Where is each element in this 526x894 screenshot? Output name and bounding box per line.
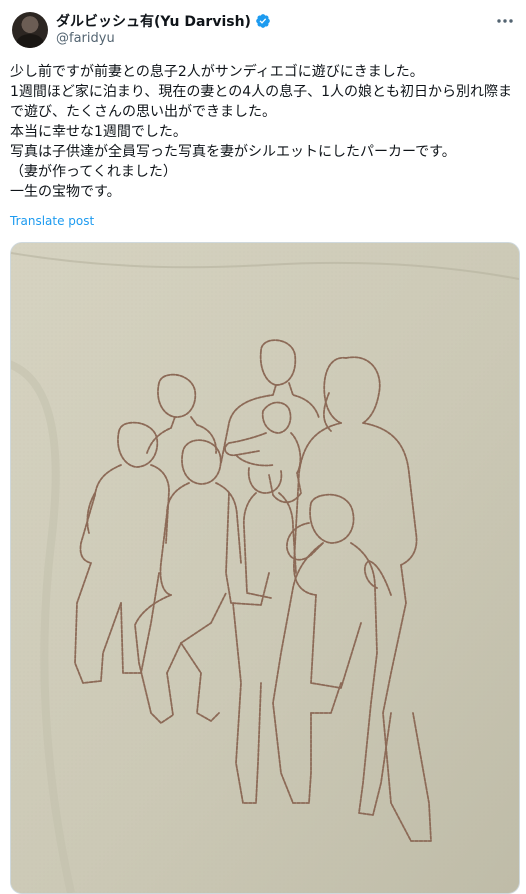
- post-line: 写真は子供達が全員写った写真を妻がシルエットにしたパーカーです。: [10, 144, 456, 160]
- author-name-row[interactable]: ダルビッシュ有(Yu Darvish): [56, 11, 271, 31]
- post-line: 本当に幸せな1週間でした。: [10, 124, 187, 140]
- author-avatar[interactable]: [12, 12, 48, 48]
- author-handle[interactable]: @faridyu: [56, 31, 115, 46]
- author-display-name[interactable]: ダルビッシュ有(Yu Darvish): [56, 11, 251, 31]
- post-line: 少し前ですが前妻との息子2人がサンディエゴに遊びにきました。: [10, 64, 424, 80]
- post-photo[interactable]: [10, 242, 520, 894]
- post-line: 一生の宝物です。: [10, 184, 121, 200]
- post-line: （妻が作ってくれました）: [10, 164, 177, 180]
- post-line: 1週間ほど家に泊まり、現在の妻との4人の息子、1人の娘とも初日から別れ際まで遊び…: [10, 84, 513, 120]
- post-text: 少し前ですが前妻との息子2人がサンディエゴに遊びにきました。 1週間ほど家に泊ま…: [10, 62, 516, 202]
- post-header: ダルビッシュ有(Yu Darvish) @faridyu: [0, 0, 526, 56]
- translate-post-link[interactable]: Translate post: [10, 214, 94, 228]
- avatar-figure: [16, 34, 44, 48]
- embroidered-sweater-image: [11, 243, 519, 893]
- knit-texture: [11, 243, 519, 893]
- verified-badge-icon: [255, 13, 271, 29]
- more-dots-icon[interactable]: [494, 11, 516, 31]
